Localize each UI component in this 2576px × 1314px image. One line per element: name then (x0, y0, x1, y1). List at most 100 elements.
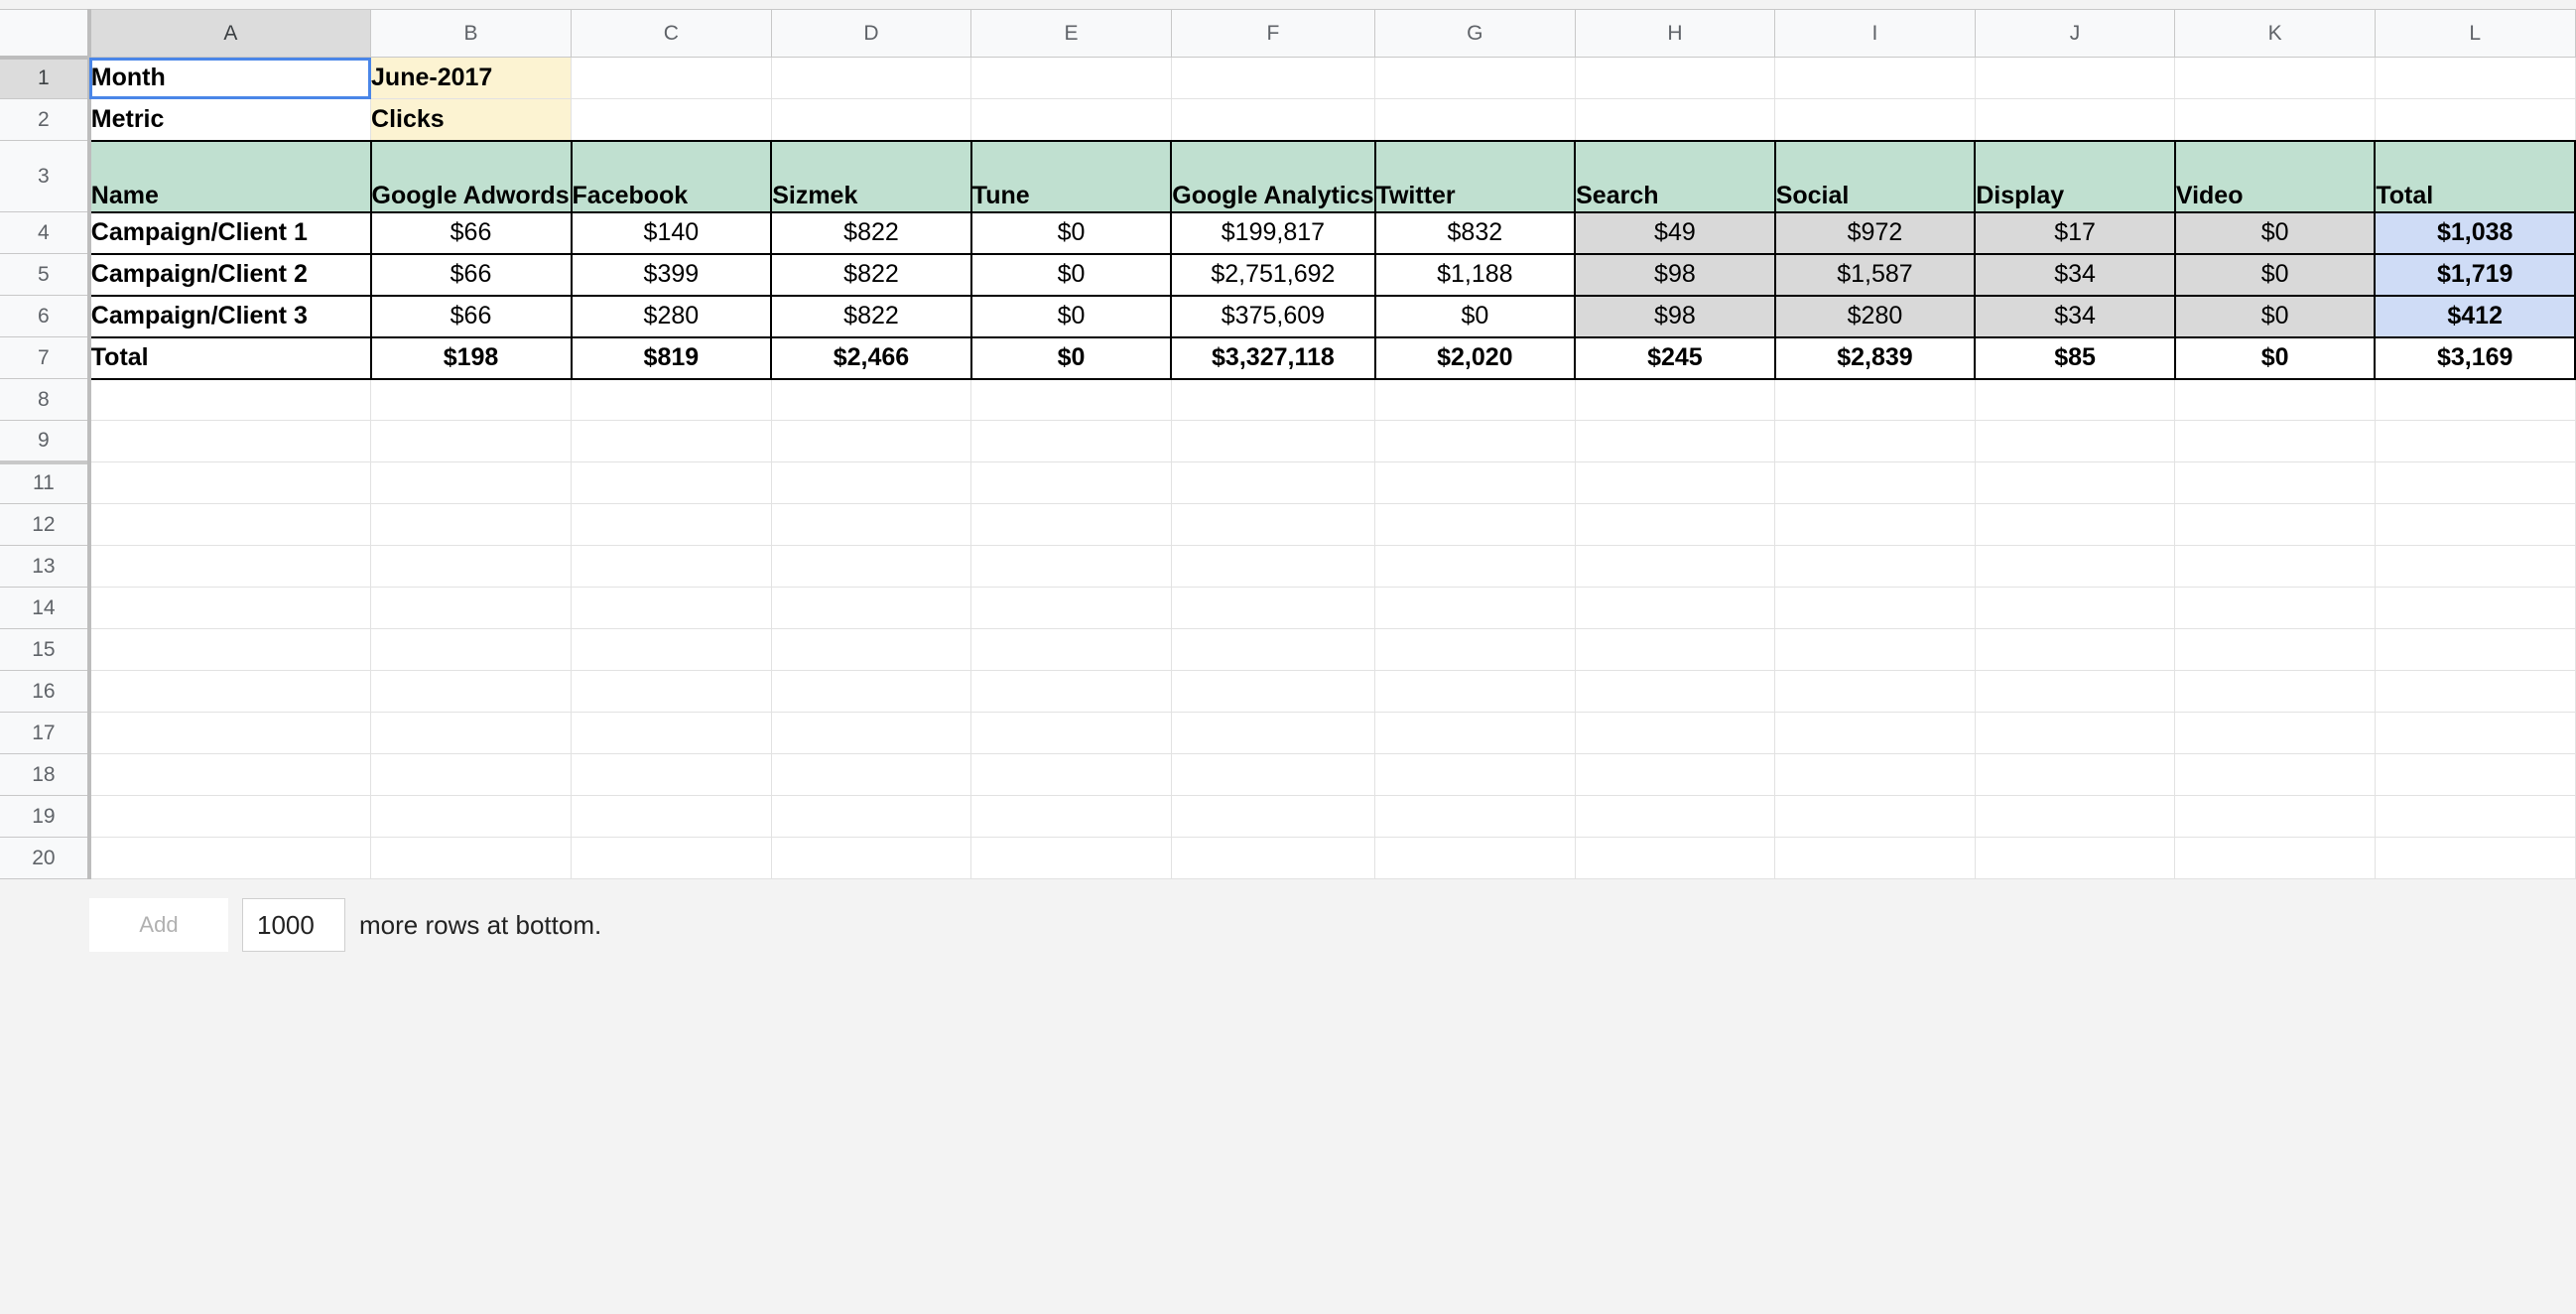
cell-empty[interactable] (1374, 545, 1576, 588)
cell-empty[interactable] (571, 712, 772, 754)
column-header-f[interactable]: F (1171, 9, 1376, 58)
cell-empty[interactable] (771, 795, 972, 838)
table-header-cell[interactable]: Display (1974, 139, 2176, 213)
cell-empty[interactable] (88, 420, 372, 462)
cell-empty[interactable] (1374, 712, 1576, 754)
cell-empty[interactable] (1374, 795, 1576, 838)
cell-empty[interactable] (1774, 670, 1976, 713)
column-header-j[interactable]: J (1975, 9, 2176, 58)
cell-empty[interactable] (970, 837, 1172, 879)
table-cell[interactable]: $822 (770, 252, 972, 297)
row-header-5[interactable]: 5 (0, 253, 91, 296)
cell-empty[interactable] (1774, 420, 1976, 462)
table-header-cell[interactable]: Search (1574, 139, 1776, 213)
cell-empty[interactable] (1575, 98, 1776, 141)
cell-empty[interactable] (571, 628, 772, 671)
cell-empty[interactable] (370, 712, 573, 754)
cell-empty[interactable] (771, 545, 972, 588)
cell-empty[interactable] (571, 98, 772, 141)
row-header-1[interactable]: 1 (0, 57, 91, 99)
cell-empty[interactable] (1575, 837, 1776, 879)
cell-empty[interactable] (1975, 545, 2176, 588)
cell-empty[interactable] (771, 753, 972, 796)
row-header-13[interactable]: 13 (0, 545, 91, 588)
cell-empty[interactable] (2174, 378, 2376, 421)
row-header-2[interactable]: 2 (0, 98, 91, 141)
column-header-g[interactable]: G (1374, 9, 1576, 58)
table-cell[interactable]: $199,817 (1170, 210, 1376, 255)
cell-empty[interactable] (370, 420, 573, 462)
cell-empty[interactable] (771, 712, 972, 754)
cell-empty[interactable] (1374, 98, 1576, 141)
cell-empty[interactable] (970, 378, 1172, 421)
cell-empty[interactable] (2375, 712, 2576, 754)
cell-empty[interactable] (970, 57, 1172, 99)
row-header-3[interactable]: 3 (0, 140, 91, 212)
table-cell[interactable]: $399 (570, 252, 773, 297)
table-header-cell[interactable]: Social (1773, 139, 1977, 213)
cell-empty[interactable] (1774, 378, 1976, 421)
row-header-6[interactable]: 6 (0, 295, 91, 337)
cell-empty[interactable] (1171, 57, 1376, 99)
table-cell[interactable]: $972 (1773, 210, 1977, 255)
cell-empty[interactable] (88, 545, 372, 588)
cell-empty[interactable] (1774, 795, 1976, 838)
cell-empty[interactable] (571, 795, 772, 838)
table-cell-total[interactable]: $1,719 (2374, 252, 2576, 297)
table-cell[interactable]: $2,020 (1373, 335, 1577, 380)
row-header-15[interactable]: 15 (0, 628, 91, 671)
table-cell[interactable]: $0 (2173, 294, 2377, 338)
table-cell[interactable]: $0 (969, 294, 1173, 338)
cell-empty[interactable] (1171, 670, 1376, 713)
cell-empty[interactable] (571, 753, 772, 796)
table-cell[interactable]: $1,188 (1373, 252, 1577, 297)
cell-empty[interactable] (970, 98, 1172, 141)
table-cell-name[interactable]: Campaign/Client 3 (87, 294, 372, 338)
cell-empty[interactable] (1374, 753, 1576, 796)
cell-empty[interactable] (970, 545, 1172, 588)
cell-empty[interactable] (571, 545, 772, 588)
cell-empty[interactable] (2174, 420, 2376, 462)
cell-empty[interactable] (1575, 587, 1776, 629)
cell-empty[interactable] (2375, 98, 2576, 141)
cell-empty[interactable] (2375, 837, 2576, 879)
cell-empty[interactable] (2174, 712, 2376, 754)
cell-b2-metric-value[interactable]: Clicks (370, 98, 573, 141)
cell-empty[interactable] (970, 795, 1172, 838)
table-cell-total[interactable]: $1,038 (2374, 210, 2576, 255)
cell-empty[interactable] (1575, 57, 1776, 99)
table-cell[interactable]: $280 (1773, 294, 1977, 338)
cell-empty[interactable] (1171, 795, 1376, 838)
table-cell[interactable]: $0 (1373, 294, 1577, 338)
cell-empty[interactable] (1774, 503, 1976, 546)
cell-empty[interactable] (771, 378, 972, 421)
table-cell[interactable]: $832 (1373, 210, 1577, 255)
table-cell[interactable]: $34 (1974, 252, 2176, 297)
cell-empty[interactable] (1171, 587, 1376, 629)
cell-empty[interactable] (1575, 753, 1776, 796)
cell-empty[interactable] (771, 57, 972, 99)
table-cell[interactable]: $198 (369, 335, 573, 380)
column-header-h[interactable]: H (1575, 9, 1776, 58)
cell-empty[interactable] (88, 753, 372, 796)
table-cell[interactable]: $98 (1574, 252, 1776, 297)
cell-empty[interactable] (1575, 795, 1776, 838)
table-cell[interactable]: $17 (1974, 210, 2176, 255)
table-cell[interactable]: $1,587 (1773, 252, 1977, 297)
table-header-cell[interactable]: Google Analytics (1170, 139, 1376, 213)
cell-empty[interactable] (88, 628, 372, 671)
table-cell[interactable]: $822 (770, 210, 972, 255)
cell-empty[interactable] (370, 670, 573, 713)
table-cell[interactable]: $245 (1574, 335, 1776, 380)
row-header-17[interactable]: 17 (0, 712, 91, 754)
cell-empty[interactable] (1774, 837, 1976, 879)
cell-empty[interactable] (1975, 378, 2176, 421)
cell-empty[interactable] (1975, 837, 2176, 879)
cell-empty[interactable] (88, 503, 372, 546)
table-header-cell[interactable]: Twitter (1373, 139, 1577, 213)
cell-empty[interactable] (1774, 628, 1976, 671)
cell-empty[interactable] (1171, 545, 1376, 588)
cell-empty[interactable] (1975, 57, 2176, 99)
cell-empty[interactable] (88, 712, 372, 754)
table-cell[interactable]: $822 (770, 294, 972, 338)
